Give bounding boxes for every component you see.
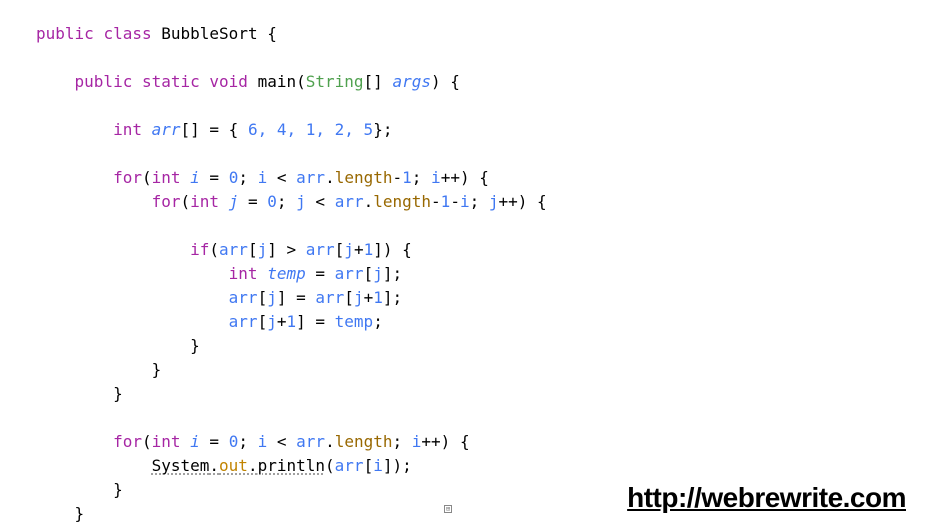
resize-handle-icon: ⊞: [444, 505, 452, 513]
watermark-link[interactable]: http://webrewrite.com: [627, 477, 906, 519]
method-main: main: [258, 72, 297, 91]
static-call: System.out.println: [152, 456, 325, 475]
kw-public: public: [36, 24, 94, 43]
code-block: public class BubbleSort { public static …: [36, 22, 934, 526]
var-arr: arr: [152, 120, 181, 139]
class-name: BubbleSort: [161, 24, 257, 43]
kw-class: class: [103, 24, 151, 43]
